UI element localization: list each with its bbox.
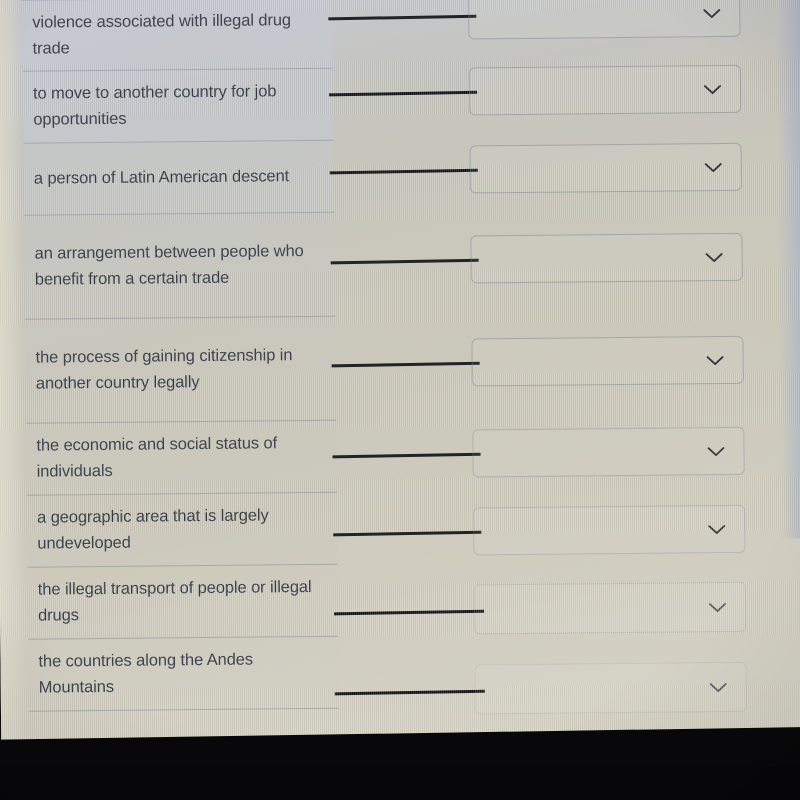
dropdown-value (473, 360, 706, 362)
chevron-down-icon (705, 252, 724, 263)
chevron-down-icon (706, 355, 725, 366)
definition-text: the illegal transport of people or illeg… (37, 577, 312, 625)
connector-line (328, 14, 477, 20)
photo-of-screen: violence associated with illegal drug tr… (0, 0, 800, 800)
connector-line (330, 258, 479, 264)
definition-text: the countries along the Andes Mountains (38, 650, 254, 697)
chevron-down-icon (703, 84, 722, 95)
answer-dropdown-3[interactable] (469, 142, 743, 194)
table-row[interactable]: a person of Latin American descent (23, 140, 335, 216)
definition-text: the economic and social status of indivi… (36, 434, 278, 481)
answer-dropdown-1[interactable] (468, 0, 741, 40)
table-row[interactable]: the countries along the Andes Mountains (28, 636, 339, 712)
definition-text: to move to another country for job oppor… (32, 82, 277, 129)
answer-dropdown-4[interactable] (470, 232, 743, 284)
answer-dropdown-5[interactable] (471, 335, 744, 387)
bottom-bezel-edge (0, 766, 800, 800)
table-row[interactable]: the economic and social status of indivi… (26, 420, 337, 496)
dropdown-value (471, 167, 704, 169)
answer-dropdown-9[interactable] (474, 661, 748, 715)
definitions-table: violence associated with illegal drug tr… (22, 0, 339, 712)
answer-dropdown-7[interactable] (473, 504, 746, 556)
chevron-down-icon (704, 162, 723, 173)
dropdown-value (476, 687, 709, 689)
dropdown-value (474, 451, 707, 453)
table-row[interactable]: to move to another country for job oppor… (22, 68, 334, 144)
connector-line (332, 452, 481, 458)
matching-exercise: violence associated with illegal drug tr… (22, 0, 789, 740)
definition-text: the process of gaining citizenship in an… (35, 346, 293, 393)
definition-text: violence associated with illegal drug tr… (32, 10, 292, 58)
table-row[interactable]: the illegal transport of people or illeg… (27, 564, 339, 640)
definition-text: a person of Latin American descent (33, 167, 290, 188)
chevron-down-icon (706, 445, 725, 456)
connector-line (334, 609, 485, 615)
connector-line (333, 530, 482, 536)
dropdown-value (472, 257, 705, 259)
answer-dropdown-8[interactable] (473, 581, 747, 635)
connector-line (334, 689, 485, 695)
chevron-down-icon (708, 601, 727, 612)
table-row[interactable]: a geographic area that is largely undeve… (26, 492, 338, 568)
dropdown-value (474, 529, 707, 531)
answer-dropdown-6[interactable] (472, 426, 745, 478)
definition-text: an arrangement between people who benefi… (34, 242, 304, 289)
connector-line (331, 361, 480, 367)
screen-surface: violence associated with illegal drug tr… (0, 0, 800, 754)
connector-line (329, 168, 478, 174)
table-row[interactable]: violence associated with illegal drug tr… (22, 0, 333, 72)
table-row[interactable]: an arrangement between people who benefi… (24, 212, 336, 320)
chevron-down-icon (707, 523, 726, 534)
answer-dropdown-2[interactable] (468, 64, 742, 116)
dropdown-value (470, 89, 703, 91)
definition-text: a geographic area that is largely undeve… (37, 506, 269, 553)
table-row[interactable]: the process of gaining citizenship in an… (25, 316, 337, 424)
chevron-down-icon (702, 8, 721, 19)
dropdown-value (469, 13, 702, 15)
chevron-down-icon (709, 681, 728, 692)
dropdown-value (475, 607, 708, 609)
connector-line (329, 90, 478, 96)
